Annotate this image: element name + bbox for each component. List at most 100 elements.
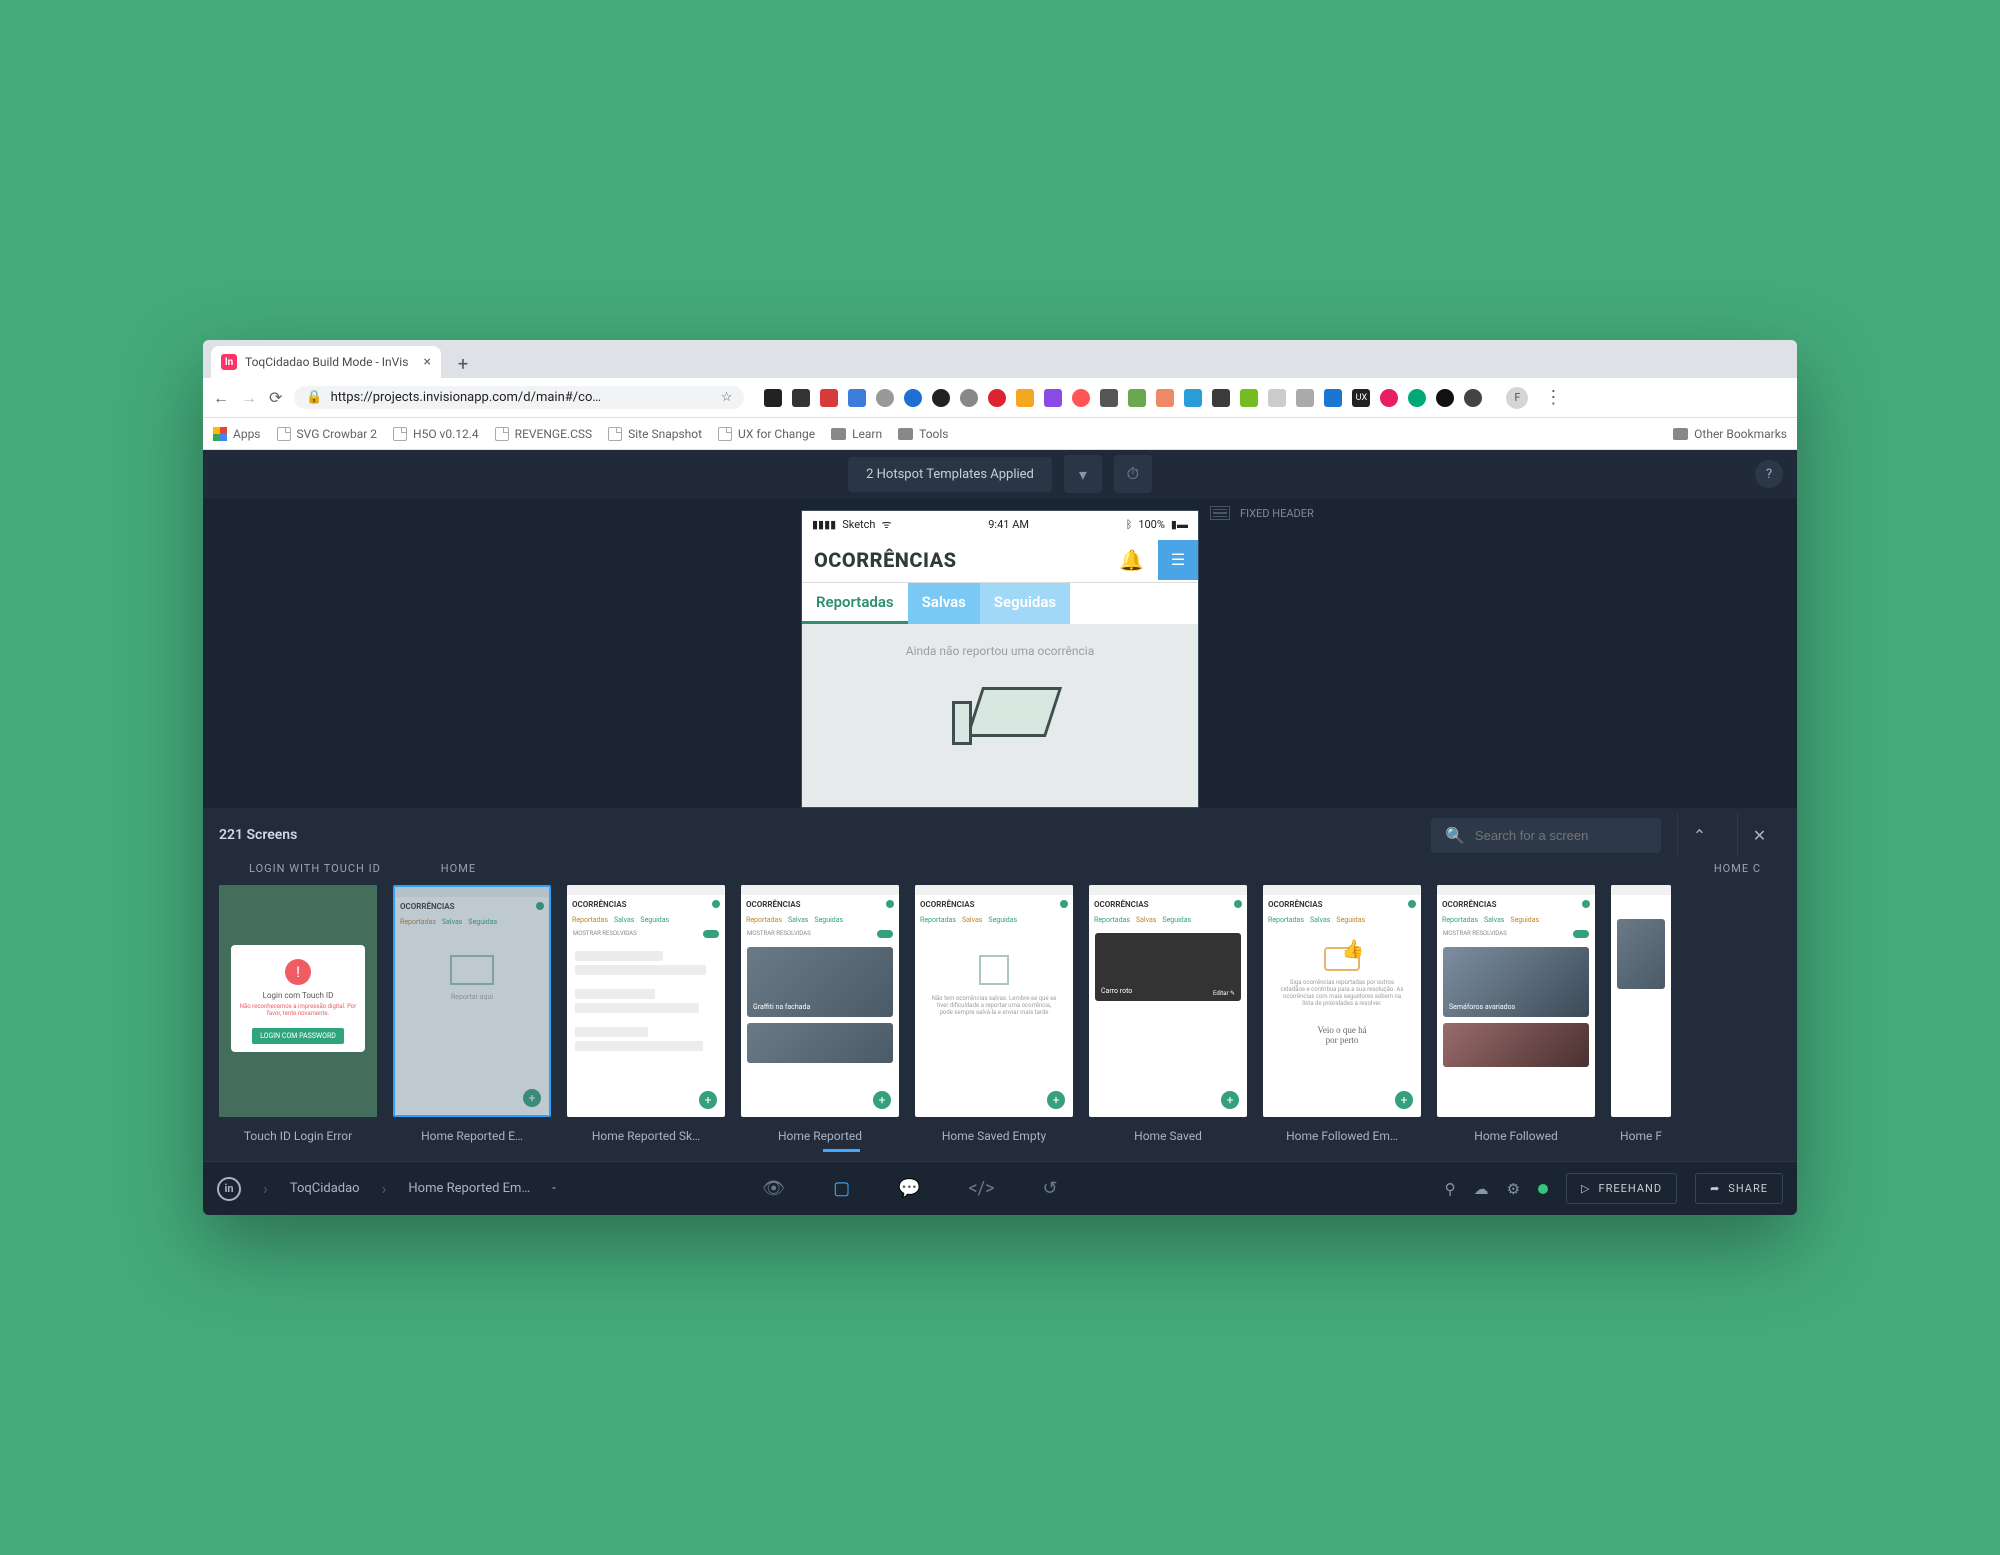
screens-drawer: 221 Screens 🔍 ⌃ ✕ LOGIN WITH TOUCH ID HO…	[203, 808, 1797, 1161]
section-label: LOGIN WITH TOUCH ID	[249, 862, 381, 875]
fixed-header-toggle[interactable]: FIXED HEADER	[1210, 506, 1314, 520]
avatar-icon[interactable]: F	[1506, 387, 1528, 409]
ext-icon[interactable]	[988, 389, 1006, 407]
tab-title: ToqCidadao Build Mode - InVis	[245, 355, 408, 369]
search-input[interactable]: 🔍	[1431, 818, 1661, 853]
chevron-up-icon: ⌃	[1693, 826, 1706, 845]
ext-icon[interactable]	[1408, 389, 1426, 407]
ext-icon[interactable]	[1240, 389, 1258, 407]
bell-icon[interactable]: 🔔	[1119, 548, 1144, 572]
help-button[interactable]: ?	[1755, 460, 1783, 488]
filter-button[interactable]: ☰	[1158, 540, 1198, 580]
screen-thumb[interactable]: OCORRÊNCIAS ReportadasSalvasSeguidas Não…	[915, 885, 1073, 1143]
forward-button[interactable]: →	[241, 388, 257, 408]
inspect-mode-button[interactable]: </>	[965, 1164, 999, 1213]
ext-icon[interactable]	[1128, 389, 1146, 407]
ext-icon[interactable]	[1324, 389, 1342, 407]
ext-icon[interactable]	[1044, 389, 1062, 407]
screen-thumb[interactable]: OCORRÊNCIAS ReportadasSalvasSeguidas MOS…	[741, 885, 899, 1143]
history-mode-button[interactable]: ↺	[1039, 1164, 1062, 1213]
code-icon: </>	[969, 1178, 995, 1199]
bookmark-folder[interactable]: Learn	[831, 427, 882, 441]
ext-icon[interactable]	[792, 389, 810, 407]
gear-icon[interactable]: ⚙	[1507, 1180, 1520, 1198]
tab-seguidas[interactable]: Seguidas	[980, 583, 1070, 624]
ext-icon[interactable]	[1156, 389, 1174, 407]
screen-thumb[interactable]: Home F	[1611, 885, 1671, 1143]
timer-button[interactable]: ⏱	[1114, 455, 1152, 493]
bookmark-item[interactable]: H5O v0.12.4	[393, 427, 479, 441]
ext-icon[interactable]	[1212, 389, 1230, 407]
screen-thumb[interactable]: OCORRÊNCIAS ReportadasSalvasSeguidas MOS…	[1437, 885, 1595, 1143]
ext-icon[interactable]	[904, 389, 922, 407]
bookmark-item[interactable]: UX for Change	[718, 427, 815, 441]
build-mode-button[interactable]: ▢	[829, 1164, 854, 1213]
device-statusbar: ▮▮▮▮Sketchᯤ 9:41 AM ᛒ100%▮▬	[802, 511, 1198, 537]
screen-thumb-selected[interactable]: OCORRÊNCIAS ReportadasSalvasSeguidas Rep…	[393, 885, 551, 1143]
device-tabs: Reportadas Salvas Seguidas	[802, 583, 1198, 624]
ext-icon[interactable]: UX	[1352, 389, 1370, 407]
device-preview[interactable]: ▮▮▮▮Sketchᯤ 9:41 AM ᛒ100%▮▬ OCORRÊNCIAS …	[801, 510, 1199, 808]
ext-icon[interactable]	[1016, 389, 1034, 407]
apps-button[interactable]: Apps	[213, 427, 261, 441]
ext-icon[interactable]	[932, 389, 950, 407]
breadcrumb[interactable]: Home Reported Em…	[408, 1181, 530, 1196]
collapse-drawer-button[interactable]: ⌃	[1677, 813, 1721, 857]
ext-icon[interactable]	[848, 389, 866, 407]
kebab-menu-icon[interactable]: ⋮	[1544, 387, 1562, 408]
template-options-button[interactable]: ▾	[1064, 455, 1102, 493]
tab-reportadas[interactable]: Reportadas	[802, 583, 908, 624]
ext-icon[interactable]	[1380, 389, 1398, 407]
cloud-icon[interactable]: ☁	[1474, 1180, 1489, 1198]
ext-icon[interactable]	[1296, 389, 1314, 407]
ext-icon[interactable]	[820, 389, 838, 407]
screen-thumb[interactable]: ! Login com Touch ID Não reconhecemos a …	[219, 885, 377, 1143]
question-icon: ?	[1766, 467, 1772, 482]
section-labels: LOGIN WITH TOUCH ID HOME HOME C	[203, 862, 1797, 875]
screen-thumb[interactable]: OCORRÊNCIAS ReportadasSalvasSeguidas 👍 S…	[1263, 885, 1421, 1143]
ext-icon[interactable]	[1436, 389, 1454, 407]
hotspot-icon: ▢	[833, 1178, 850, 1199]
tab-salvas[interactable]: Salvas	[908, 583, 980, 624]
hotspot-templates-dropdown[interactable]: 2 Hotspot Templates Applied	[848, 457, 1052, 492]
screen-thumb[interactable]: OCORRÊNCIAS ReportadasSalvasSeguidas MOS…	[567, 885, 725, 1143]
ext-icon[interactable]	[1100, 389, 1118, 407]
search-field[interactable]	[1475, 828, 1651, 843]
ext-icon[interactable]	[1464, 389, 1482, 407]
comment-mode-button[interactable]: 💬	[894, 1164, 924, 1213]
screen-thumb[interactable]: OCORRÊNCIAS ReportadasSalvasSeguidas Car…	[1089, 885, 1247, 1143]
close-drawer-button[interactable]: ✕	[1737, 813, 1781, 857]
share-link-icon[interactable]: ⚲	[1445, 1180, 1456, 1198]
other-bookmarks[interactable]: Other Bookmarks	[1673, 427, 1787, 441]
share-button[interactable]: ➦SHARE	[1695, 1173, 1783, 1204]
invision-logo-icon[interactable]: in	[217, 1177, 241, 1201]
tab-strip: In ToqCidadao Build Mode - InVis × +	[203, 340, 1797, 378]
drawer-header: 221 Screens 🔍 ⌃ ✕	[203, 808, 1797, 862]
star-icon[interactable]: ☆	[721, 390, 733, 405]
freehand-button[interactable]: ▷FREEHAND	[1566, 1173, 1677, 1204]
ext-icon[interactable]	[1184, 389, 1202, 407]
ext-icon[interactable]	[876, 389, 894, 407]
bookmark-item[interactable]: REVENGE.CSS	[495, 427, 592, 441]
new-tab-button[interactable]: +	[449, 350, 477, 378]
close-tab-icon[interactable]: ×	[424, 354, 431, 370]
folder-icon	[1673, 428, 1688, 440]
bookmark-item[interactable]: Site Snapshot	[608, 427, 702, 441]
ext-icon[interactable]	[1072, 389, 1090, 407]
thumbnails-row[interactable]: ! Login com Touch ID Não reconhecemos a …	[203, 875, 1797, 1161]
bookmark-folder[interactable]: Tools	[898, 427, 948, 441]
rows-icon	[1210, 506, 1230, 520]
bookmark-item[interactable]: SVG Crowbar 2	[277, 427, 378, 441]
reload-button[interactable]: ⟳	[269, 388, 282, 407]
ext-icon[interactable]	[1268, 389, 1286, 407]
address-bar[interactable]: 🔒 https://projects.invisionapp.com/d/mai…	[294, 386, 744, 409]
breadcrumb[interactable]: ToqCidadao	[290, 1181, 360, 1196]
browser-tab[interactable]: In ToqCidadao Build Mode - InVis ×	[211, 346, 441, 378]
preview-mode-button[interactable]: 👁	[758, 1164, 789, 1213]
browser-toolbar: ← → ⟳ 🔒 https://projects.invisionapp.com…	[203, 378, 1797, 418]
canvas-area[interactable]: FIXED HEADER ▮▮▮▮Sketchᯤ 9:41 AM ᛒ100%▮▬…	[203, 498, 1797, 808]
back-button[interactable]: ←	[213, 388, 229, 408]
ext-icon[interactable]	[764, 389, 782, 407]
ext-icon[interactable]	[960, 389, 978, 407]
thumb-label: Home Reported Sk…	[592, 1129, 700, 1143]
